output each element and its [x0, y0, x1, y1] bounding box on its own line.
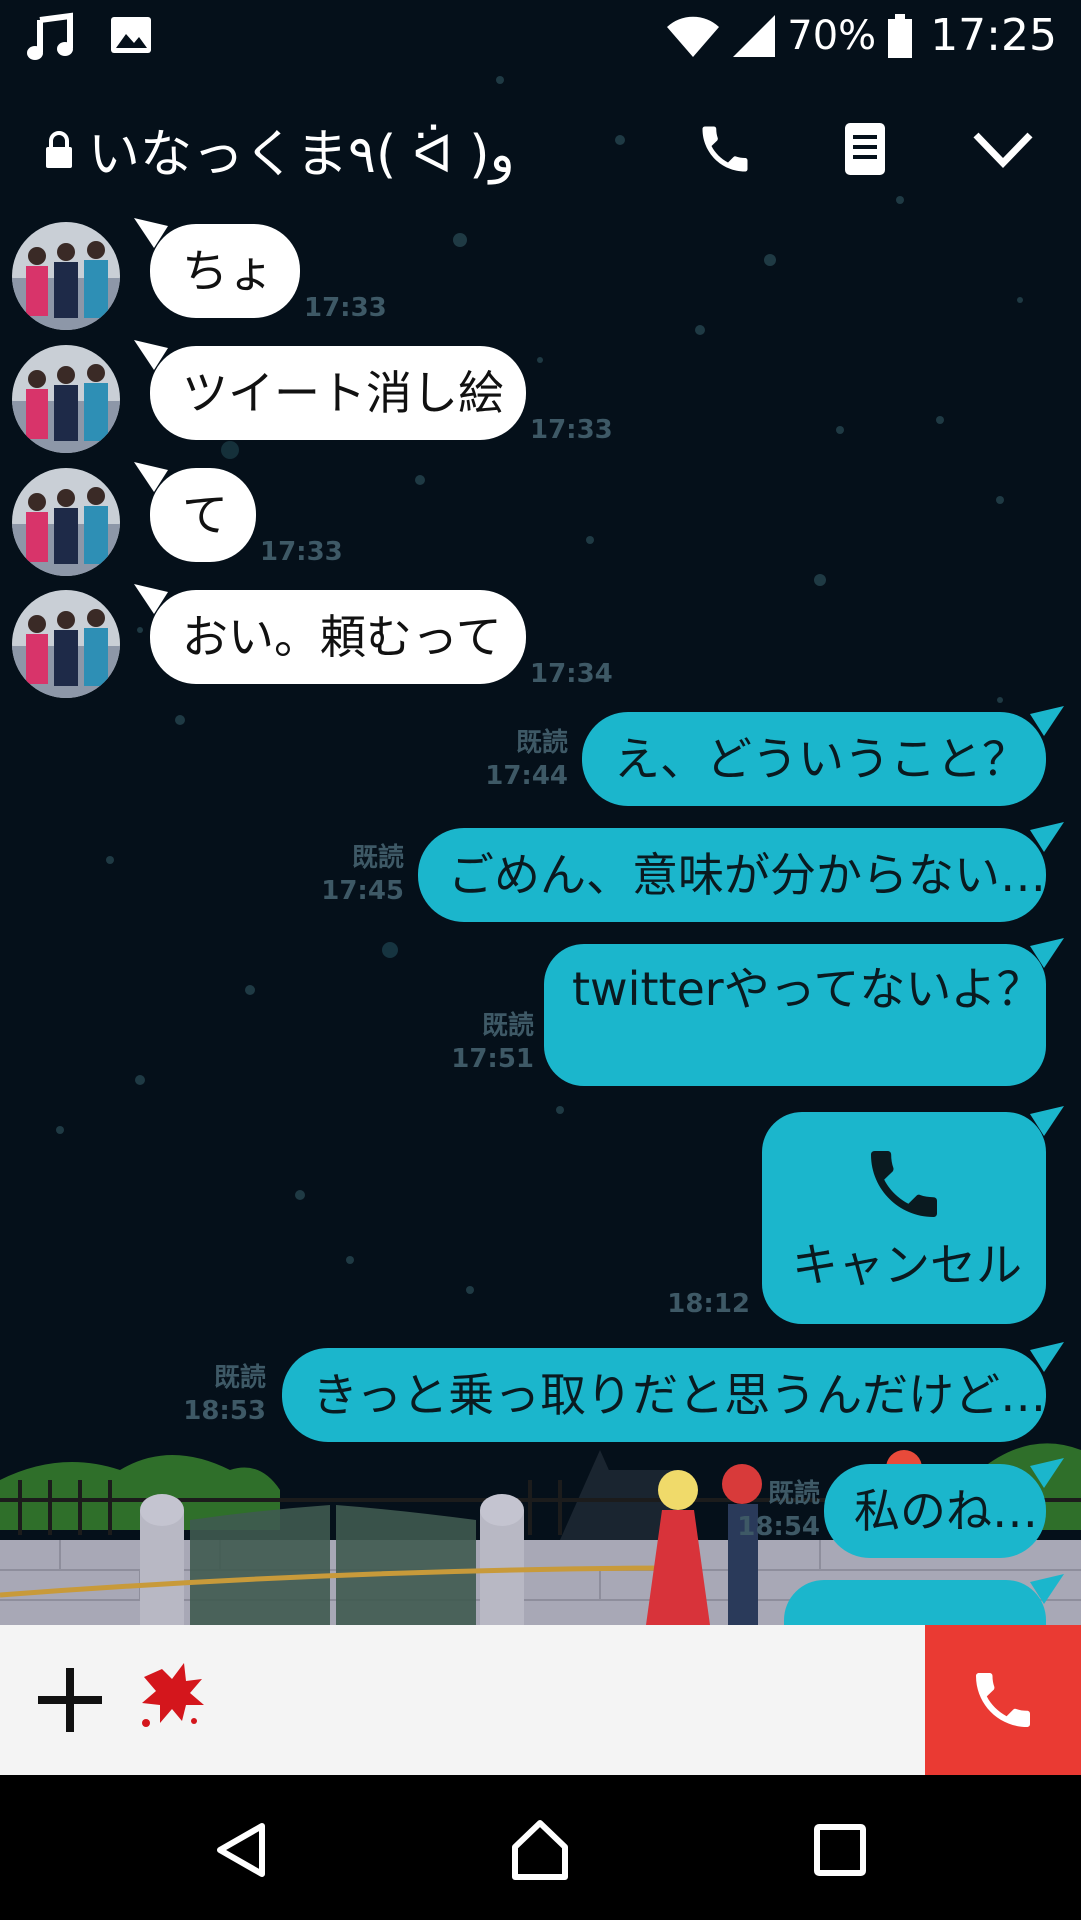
avatar[interactable]	[12, 345, 120, 453]
add-button[interactable]	[30, 1660, 110, 1740]
sticker-button[interactable]	[132, 1655, 212, 1735]
bubble-tail	[134, 340, 168, 370]
read-receipt: 既読	[481, 1011, 534, 1041]
message-text: おい。頼むって	[182, 610, 502, 664]
phone-icon	[702, 126, 748, 172]
bubble-tail	[134, 462, 168, 492]
status-time: 17:25	[930, 10, 1057, 61]
back-button[interactable]	[202, 1815, 282, 1885]
message-read-time: 既読 17:44	[480, 727, 568, 792]
sticker-icon	[142, 1663, 204, 1727]
message-bubble-outgoing[interactable]: え、どういうこと？	[582, 706, 1064, 806]
message-time: 17:45	[321, 875, 404, 906]
message-bubble-outgoing[interactable]: 私のね…	[824, 1458, 1064, 1558]
call-button[interactable]	[925, 1625, 1081, 1775]
message-bubble-incoming[interactable]: ちょ	[134, 218, 300, 318]
message-bubble-outgoing[interactable]: twitterやってないよ？	[544, 938, 1064, 1086]
plus-icon	[38, 1668, 102, 1732]
notes-button[interactable]	[830, 114, 900, 184]
chevron-down-icon	[973, 132, 1033, 169]
signal-icon	[733, 14, 776, 57]
bubble-tail	[1030, 1458, 1064, 1488]
message-time: 18:54	[737, 1511, 820, 1542]
message-text: て	[182, 488, 228, 542]
read-receipt: 既読	[515, 728, 568, 758]
bubble-tail	[1030, 822, 1064, 852]
message-text: ごめん、意味が分からない…	[448, 848, 1046, 902]
phone-icon	[871, 1151, 937, 1217]
message-read-time: 既読 17:51	[446, 1010, 534, 1075]
status-bar: 70% 17:25	[0, 0, 1081, 78]
bubble-tail	[1030, 1574, 1064, 1604]
bubble-tail	[134, 584, 168, 614]
message-time: 17:34	[530, 659, 613, 689]
battery-percent: 70%	[787, 12, 877, 59]
call-status-text: キャンセル	[792, 1238, 1022, 1292]
message-bubble-outgoing[interactable]: ごめん、意味が分からない…	[418, 822, 1064, 922]
avatar[interactable]	[12, 468, 120, 576]
message-bubble-incoming[interactable]: ツイート消し絵	[134, 340, 526, 440]
recents-button[interactable]	[800, 1815, 880, 1885]
music-icon	[27, 12, 73, 60]
message-text: 私のね…	[854, 1484, 1038, 1538]
message-read-time: 既読 18:54	[736, 1478, 820, 1543]
message-text: ツイート消し絵	[182, 366, 504, 420]
message-time: 17:51	[451, 1043, 534, 1074]
chat-title: いなっくま٩( ᐛ )و	[88, 125, 515, 185]
avatar-image	[12, 222, 120, 330]
recents-icon	[814, 1824, 866, 1876]
avatar[interactable]	[12, 590, 120, 698]
message-text: twitterやってないよ？	[572, 962, 1043, 1016]
message-time: 17:44	[485, 760, 568, 791]
message-bubble-outgoing-partial[interactable]	[784, 1574, 1064, 1625]
input-bar	[0, 1625, 1081, 1775]
home-button[interactable]	[500, 1815, 580, 1885]
message-bubble-incoming[interactable]: おい。頼むって	[134, 584, 526, 684]
bubble-tail	[1030, 1106, 1064, 1136]
phone-icon	[976, 1673, 1030, 1727]
message-time: 17:33	[260, 537, 343, 567]
battery-icon	[888, 13, 913, 58]
menu-toggle-button[interactable]	[968, 114, 1038, 184]
avatar-image	[12, 468, 120, 576]
bubble-tail	[1030, 706, 1064, 736]
notes-icon	[845, 123, 885, 175]
message-time: 18:12	[667, 1289, 750, 1319]
gallery-icon	[111, 17, 151, 53]
call-message-bubble[interactable]: キャンセル	[762, 1106, 1064, 1324]
message-text: ちょ	[182, 244, 274, 298]
bubble-tail	[134, 218, 168, 248]
read-receipt: 既読	[213, 1363, 266, 1393]
read-receipt: 既読	[767, 1479, 820, 1509]
bubble-tail	[1030, 938, 1064, 968]
wifi-icon	[667, 16, 720, 57]
voice-call-button[interactable]	[690, 114, 760, 184]
avatar-image	[12, 345, 120, 453]
read-receipt: 既読	[351, 843, 404, 873]
navigation-bar	[0, 1775, 1081, 1920]
avatar[interactable]	[12, 222, 120, 330]
home-icon	[512, 1820, 568, 1880]
message-text: え、どういうこと？	[614, 732, 1028, 786]
avatar-image	[12, 590, 120, 698]
lock-icon	[46, 130, 72, 168]
bubble-tail	[1030, 1342, 1064, 1372]
message-bubble-incoming[interactable]: て	[134, 462, 256, 562]
message-read-time: 既読 17:45	[316, 842, 404, 907]
chat-header: いなっくま٩( ᐛ )و	[0, 100, 1081, 190]
back-icon	[217, 1823, 265, 1877]
message-time: 17:33	[304, 293, 387, 323]
message-time: 17:33	[530, 415, 613, 445]
